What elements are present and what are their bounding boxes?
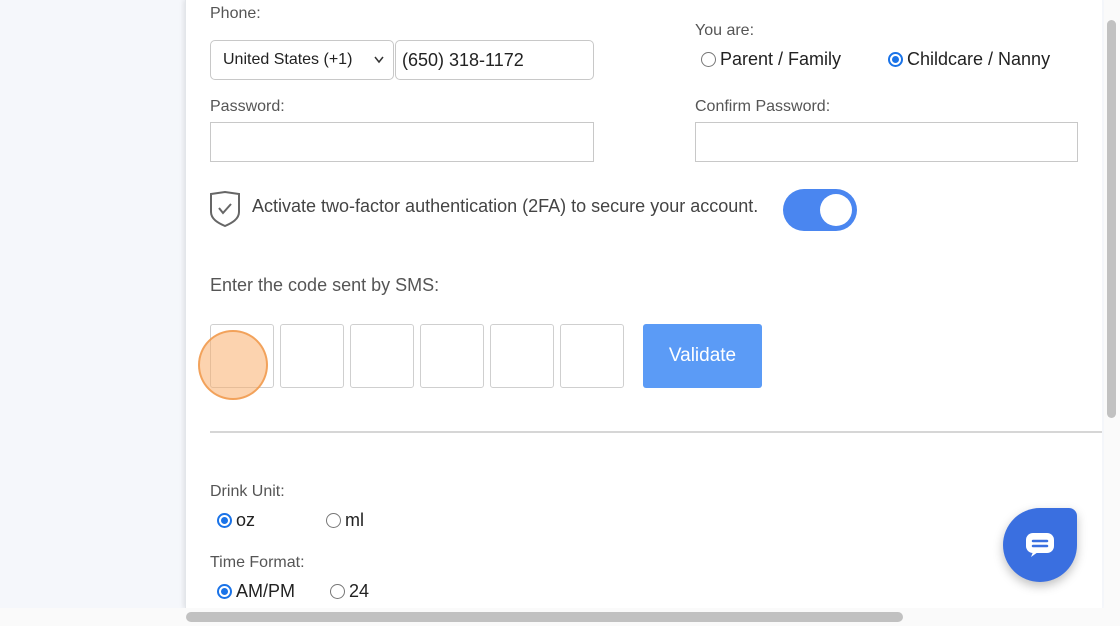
time-format-label: Time Format: <box>210 554 305 571</box>
password-label: Password: <box>210 98 285 115</box>
time-format-24-label: 24 <box>349 581 370 601</box>
phone-label: Phone: <box>210 5 261 22</box>
you-are-label: You are: <box>695 22 755 39</box>
horizontal-scrollbar[interactable] <box>0 608 1104 626</box>
code-digit-3[interactable] <box>350 324 414 388</box>
chevron-down-icon <box>373 41 385 94</box>
radio-checked-icon <box>217 513 232 528</box>
twofa-toggle[interactable] <box>783 189 857 231</box>
code-digit-4[interactable] <box>420 324 484 388</box>
chat-bubble-icon <box>1026 533 1054 557</box>
time-format-ampm-label: AM/PM <box>236 581 296 601</box>
time-format-ampm-radio[interactable]: AM/PM <box>217 581 295 602</box>
page-background-left <box>0 0 185 626</box>
section-divider <box>210 431 1102 433</box>
drink-unit-oz-radio[interactable]: oz <box>217 510 255 531</box>
confirm-password-label: Confirm Password: <box>695 98 831 115</box>
country-code-value: United States (+1) <box>223 51 353 68</box>
vertical-scroll-thumb[interactable] <box>1107 20 1116 418</box>
drink-unit-label: Drink Unit: <box>210 483 285 500</box>
confirm-password-input[interactable] <box>695 122 1078 162</box>
code-digit-5[interactable] <box>490 324 554 388</box>
drink-unit-oz-label: oz <box>236 510 256 530</box>
role-parent-radio[interactable]: Parent / Family <box>701 49 841 70</box>
role-childcare-label: Childcare / Nanny <box>907 49 1051 69</box>
vertical-scrollbar[interactable] <box>1104 0 1120 626</box>
radio-unchecked-icon <box>326 513 341 528</box>
code-digit-2[interactable] <box>280 324 344 388</box>
password-input[interactable] <box>210 122 594 162</box>
twofa-description: Activate two-factor authentication (2FA)… <box>252 196 759 216</box>
click-indicator <box>198 330 268 400</box>
radio-checked-icon <box>217 584 232 599</box>
radio-unchecked-icon <box>701 52 716 67</box>
validate-button[interactable]: Validate <box>643 324 762 388</box>
role-childcare-radio[interactable]: Childcare / Nanny <box>888 49 1050 70</box>
sms-code-label: Enter the code sent by SMS: <box>210 275 440 295</box>
time-format-24-radio[interactable]: 24 <box>330 581 369 602</box>
code-digit-6[interactable] <box>560 324 624 388</box>
horizontal-scroll-thumb[interactable] <box>186 612 903 622</box>
settings-card <box>185 0 1102 608</box>
role-parent-label: Parent / Family <box>720 49 842 69</box>
drink-unit-ml-radio[interactable]: ml <box>326 510 364 531</box>
radio-checked-icon <box>888 52 903 67</box>
shield-check-icon <box>208 190 242 228</box>
radio-unchecked-icon <box>330 584 345 599</box>
chat-launcher-button[interactable] <box>1003 508 1077 582</box>
drink-unit-ml-label: ml <box>345 510 364 530</box>
toggle-knob <box>820 194 852 226</box>
phone-input[interactable] <box>395 40 594 80</box>
country-code-select[interactable]: United States (+1) <box>210 40 394 80</box>
